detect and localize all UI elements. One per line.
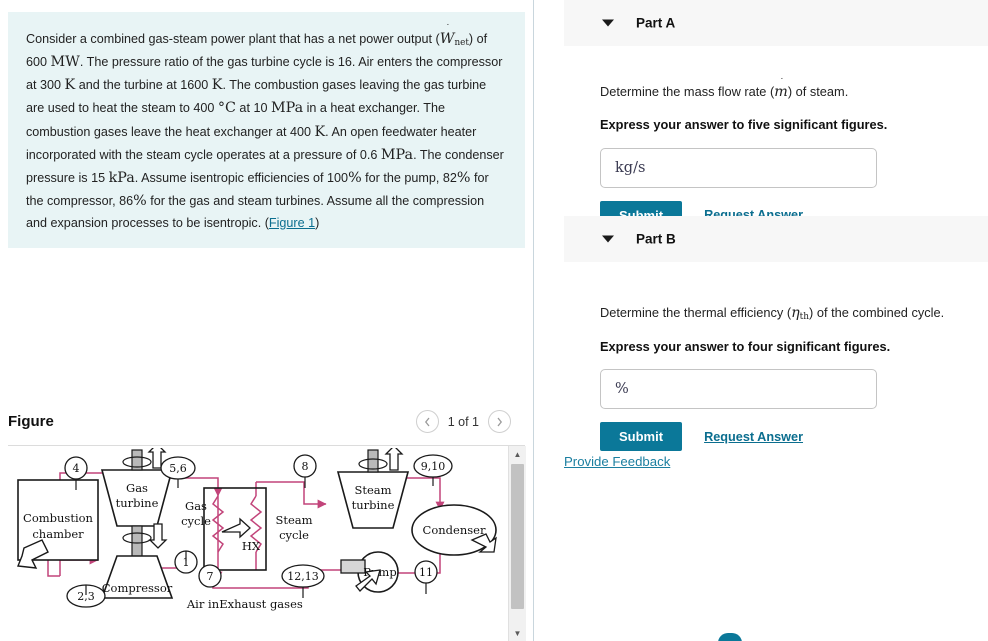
part-b-body: Determine the thermal efficiency (ηth) o… (564, 303, 988, 452)
provide-feedback-link[interactable]: Provide Feedback (564, 454, 670, 469)
part-b-answer-unit: % (615, 381, 629, 398)
mdot-accent: ˙ (778, 78, 784, 89)
unit-percent-3: % (133, 193, 147, 210)
part-a-question: Determine the mass flow rate (˙ m) of ste… (600, 78, 988, 102)
part-b-question-pre: Determine the thermal efficiency ( (600, 305, 792, 320)
chevron-right-glyph (497, 417, 503, 426)
triangle-up-icon[interactable]: ▲ (509, 446, 526, 462)
steam-work-out-arrow-icon (384, 448, 404, 471)
hx-heat-transfer-arrow-icon (221, 517, 251, 539)
dot-accent: ˙ (444, 24, 450, 35)
eta-symbol: η (791, 305, 800, 321)
gas-cycle-label-line2: cycle (181, 514, 211, 528)
unit-mpa-2: MPa (380, 146, 414, 163)
figure-header: Figure 1 of 1 (8, 410, 525, 442)
state-point-11-label: 11 (419, 566, 433, 579)
condenser-label: Condenser (423, 523, 486, 537)
w-net-subscript: net (454, 37, 469, 48)
chevron-left-glyph (424, 417, 430, 426)
figure-scrollbar[interactable]: ▲ ▼ (508, 446, 526, 641)
eta-subscript: th (799, 311, 810, 322)
work-in-arrow-icon (148, 523, 168, 549)
part-a-instruction: Express your answer to five significant … (600, 117, 888, 133)
right-panel: Part A Determine the mass flow rate (˙ m)… (534, 0, 988, 641)
part-a-question-post: ) of steam. (787, 84, 849, 99)
part-b-title: Part B (636, 231, 676, 247)
figure-1-link[interactable]: Figure 1 (269, 216, 315, 230)
combustion-chamber-label-line2: chamber (32, 527, 84, 541)
figure-title: Figure (8, 413, 54, 430)
hx-label: HX (242, 539, 261, 553)
part-b-answer-input[interactable]: % (600, 369, 877, 410)
part-b-actions: Submit Request Answer (600, 422, 988, 452)
gas-turbine-label-line2: turbine (116, 496, 159, 510)
left-panel: Consider a combined gas-steam power plan… (0, 0, 533, 641)
unit-mw: MW (50, 54, 80, 71)
problem-page: Consider a combined gas-steam power plan… (0, 0, 988, 641)
part-b-submit-button[interactable]: Submit (600, 422, 683, 452)
state-point-7-label: 7 (207, 570, 214, 583)
part-a-question-pre: Determine the mass flow rate ( (600, 84, 775, 99)
chevron-left-icon[interactable] (415, 410, 439, 433)
part-a-answer-unit: kg/s (615, 159, 646, 176)
figure-page-label: 1 of 1 (447, 414, 479, 429)
unit-degree-celsius: °C (217, 100, 236, 117)
chevron-right-icon[interactable] (488, 410, 511, 433)
steam-cycle-label-line2: cycle (279, 528, 309, 542)
air-in-label: Air in (186, 597, 220, 611)
gas-turbine-label-line1: Gas (126, 481, 148, 495)
pump-inlet-shape (340, 559, 366, 574)
unit-mpa-1: MPa (270, 100, 304, 117)
part-a-header[interactable]: Part A (564, 0, 988, 46)
figure-viewport: Combustion chamber Gas turbine Compresso… (8, 448, 508, 641)
problem-text-seg14: ) (315, 216, 320, 231)
problem-text-seg11: for the pump, 82 (361, 170, 457, 185)
w-net-symbol: ˙ W (440, 24, 455, 51)
unit-k-3: K (314, 123, 326, 140)
scrollbar-thumb[interactable] (511, 464, 524, 609)
unit-k-1: K (64, 77, 76, 94)
problem-text-seg10: . Assume isentropic efficiencies of 100 (134, 170, 349, 185)
part-b-question: Determine the thermal efficiency (ηth) o… (600, 303, 988, 324)
state-point-56-label: 5,6 (169, 462, 187, 475)
part-a-title: Part A (636, 15, 676, 31)
state-point-4-label: 4 (73, 462, 80, 475)
steam-turbine-label-line2: turbine (352, 498, 395, 512)
state-point-910-label: 9,10 (421, 460, 446, 473)
part-b-question-post: ) of the combined cycle. (809, 305, 945, 320)
part-b-request-answer-link[interactable]: Request Answer (704, 430, 803, 444)
steam-cycle-label-line1: Steam (275, 513, 312, 527)
compressor-label: Compressor (102, 581, 173, 595)
part-a-answer-input[interactable]: kg/s (600, 147, 877, 188)
mdot-symbol: ˙ m (774, 78, 788, 102)
figure-divider (8, 445, 525, 446)
combustion-chamber-label-line1: Combustion (23, 511, 94, 525)
unit-percent-2: % (456, 169, 471, 186)
part-b-instruction: Express your answer to four significant … (600, 338, 891, 354)
state-point-1213-label: 12,13 (287, 570, 319, 583)
unit-kpa: kPa (108, 169, 135, 186)
part-a-body: Determine the mass flow rate (˙ m) of ste… (564, 78, 988, 230)
unit-k-2: K (211, 77, 223, 94)
problem-text-seg6: at 10 (235, 101, 271, 116)
figure-pager: 1 of 1 (415, 410, 511, 433)
part-b-header[interactable]: Part B (564, 216, 988, 262)
exhaust-gases-label: Exhaust gases (219, 597, 303, 611)
caret-down-icon[interactable] (602, 19, 614, 27)
problem-statement: Consider a combined gas-steam power plan… (8, 12, 525, 248)
unit-percent-1: % (348, 169, 362, 186)
combined-cycle-diagram: Combustion chamber Gas turbine Compresso… (17, 448, 497, 611)
caret-down-icon[interactable] (602, 235, 614, 243)
steam-turbine-label-line1: Steam (354, 483, 391, 497)
problem-text-seg1: Consider a combined gas-steam power plan… (26, 32, 440, 46)
triangle-down-icon[interactable]: ▼ (509, 625, 526, 641)
problem-text-seg4: and the turbine at 1600 (75, 78, 212, 93)
state-point-8-label: 8 (302, 460, 309, 473)
